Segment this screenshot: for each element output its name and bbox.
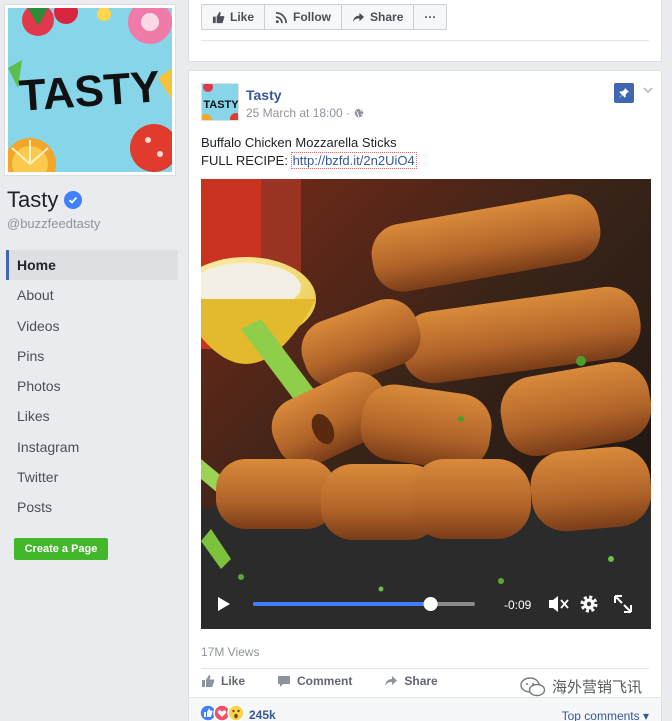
video-scrubber-handle[interactable] [423,597,438,611]
like-page-label: Like [230,10,255,24]
post-timestamp-row: 25 March at 18:00 · [246,106,364,120]
avatar-wordmark: TASTY [203,99,239,111]
reactions-bar: 245k Top comments ▾ [189,697,661,721]
sidebar-item-instagram[interactable]: Instagram [6,432,178,462]
tasty-avatar-icon: TASTY [202,84,239,120]
globe-icon [354,108,364,118]
share-page-label: Share [370,10,404,24]
mute-icon[interactable] [549,596,569,612]
top-comments-dropdown[interactable]: Top comments ▾ [562,709,649,721]
sidebar-item-about[interactable]: About [6,280,178,310]
video-player[interactable]: -0:09 [201,179,651,629]
post-title: Buffalo Chicken Mozzarella Sticks [201,135,397,150]
follow-page-label: Follow [293,10,332,24]
sidebar-nav: Home About Videos Pins Photos Likes Inst… [6,250,178,523]
pinned-post-icon[interactable] [614,83,634,103]
wechat-icon [520,676,546,696]
settings-gear-icon[interactable] [580,595,598,613]
tasty-logo-art: TASTY [8,8,172,172]
left-column: TASTY Tasty @buzzfeedtasty Home About Vi… [0,0,184,721]
sidebar-item-photos[interactable]: Photos [6,371,178,401]
share-post-button[interactable]: Share [384,671,438,691]
page-action-bar: Like Follow Share ··· [201,4,448,30]
share-arrow-icon [385,676,398,686]
post-timestamp[interactable]: 25 March at 18:00 · [246,106,350,120]
sidebar-item-home[interactable]: Home [6,250,178,281]
wechat-watermark: 海外营销飞讯 [520,676,642,697]
like-post-button[interactable]: Like [201,671,245,691]
post-recipe-line: FULL RECIPE: http://bzfd.it/2n2UiO4 [201,152,417,170]
follow-page-button[interactable]: Follow [265,5,343,29]
sidebar-item-posts[interactable]: Posts [6,492,178,522]
share-arrow-icon [352,12,365,22]
tasty-logo-image: TASTY [8,8,172,172]
reaction-icons[interactable] [199,703,247,721]
fullscreen-icon[interactable] [614,595,632,613]
divider [201,668,649,669]
comment-label: Comment [297,674,353,688]
profile-picture[interactable]: TASTY [4,4,176,176]
sidebar-item-pins[interactable]: Pins [6,341,178,371]
thumbs-up-icon [212,11,225,23]
page-actions-card: Like Follow Share ··· [188,0,662,62]
sidebar-item-twitter[interactable]: Twitter [6,462,178,492]
post-avatar[interactable]: TASTY [201,83,239,121]
divider [201,40,649,41]
logo-wordmark: TASTY [18,62,162,121]
sidebar-item-likes[interactable]: Likes [6,401,178,431]
video-time-remaining: -0:09 [504,598,532,612]
post-text: Buffalo Chicken Mozzarella Sticks FULL R… [201,134,417,170]
page-name-row: Tasty [7,187,83,213]
wow-reaction-icon [227,704,245,721]
recipe-link[interactable]: http://bzfd.it/2n2UiO4 [290,152,417,169]
verified-badge-icon [64,191,83,209]
share-page-button[interactable]: Share [342,5,415,29]
comment-bubble-icon [278,676,291,687]
video-progress-fill [253,602,431,606]
page-handle[interactable]: @buzzfeedtasty [7,216,100,231]
post-author-name[interactable]: Tasty [246,87,282,103]
view-count[interactable]: 17M Views [201,645,259,659]
create-page-button[interactable]: Create a Page [14,538,108,560]
video-frame-image [201,179,651,629]
like-page-button[interactable]: Like [202,5,266,29]
post-action-bar: Like Comment Share [201,671,470,691]
like-post-label: Like [221,674,246,688]
video-controls: -0:09 [201,579,651,629]
more-options-button[interactable]: ··· [414,5,446,29]
reaction-count[interactable]: 245k [249,708,276,721]
share-post-label: Share [404,674,438,688]
play-icon[interactable] [218,597,230,611]
sidebar-item-videos[interactable]: Videos [6,311,178,341]
rss-icon [275,11,287,23]
comment-button[interactable]: Comment [277,671,352,691]
thumbs-up-icon [202,675,215,687]
more-options-label: ··· [424,10,437,24]
watermark-text: 海外营销飞讯 [552,678,643,696]
recipe-prefix: FULL RECIPE: [201,153,288,168]
post-card: TASTY Tasty 25 March at 18:00 · Buffalo … [188,70,662,721]
page-name[interactable]: Tasty [7,187,58,213]
post-options-chevron-icon[interactable] [641,83,655,97]
